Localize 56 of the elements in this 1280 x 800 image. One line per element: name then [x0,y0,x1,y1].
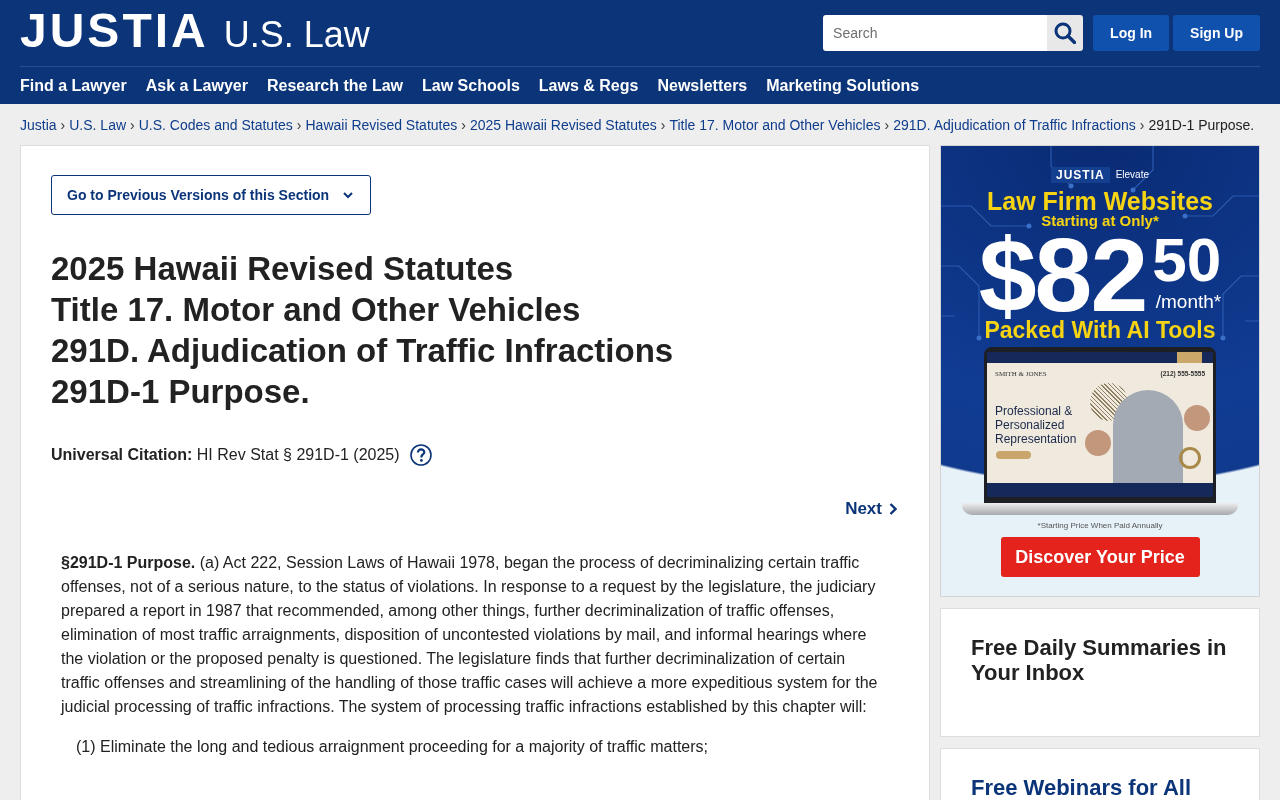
page-title-line: 2025 Hawaii Revised Statutes [51,249,514,289]
help-icon[interactable] [409,444,432,466]
search-button[interactable] [1047,15,1084,51]
page-title-line: Title 17. Motor and Other Vehicles [51,290,581,330]
breadcrumb-link[interactable]: U.S. Codes and Statutes [138,117,293,133]
ad-price-period: /month* [1155,292,1222,312]
breadcrumb-link[interactable]: 291D. Adjudication of Traffic Infractions [893,117,1136,133]
ring-icon [1179,447,1201,469]
card-title-link[interactable]: Free Webinars for All [971,775,1233,800]
breadcrumb-separator: › [884,117,890,133]
ad-banner[interactable] [940,145,1260,597]
ad-brand-logo: JUSTIA [1050,167,1110,183]
chevron-right-icon [889,503,897,515]
nav-link[interactable]: Laws & Regs [538,75,639,96]
section-title[interactable]: U.S. Law [223,10,370,60]
breadcrumb-link[interactable]: U.S. Law [69,117,127,133]
ad-brand-suffix: Elevate [1115,169,1149,181]
nav-link[interactable]: Newsletters [657,75,748,96]
nav-link[interactable]: Find a Lawyer [20,75,127,96]
breadcrumb-separator: › [660,117,666,133]
breadcrumb-link[interactable]: Justia [20,117,57,133]
ad-headline: Law Firm Websites [987,187,1213,215]
search-icon [1054,22,1077,44]
breadcrumb-separator: › [1139,117,1145,133]
ad-price-cents: 50 [1152,235,1222,285]
page-title-line: 291D. Adjudication of Traffic Infractions [51,331,674,371]
breadcrumb-separator: › [130,117,135,133]
versions-dropdown-button[interactable]: Go to Previous Versions of this Section [51,175,372,215]
statute-list-item: (1) Eliminate the long and tedious arraignment proceeding for a majority of traffic matters; [75,737,709,757]
nav-link[interactable]: Marketing Solutions [766,75,920,96]
signup-button[interactable]: Sign Up [1173,15,1260,51]
nav-link[interactable]: Research the Law [267,75,404,96]
breadcrumb-link[interactable]: Hawaii Revised Statutes [305,117,458,133]
breadcrumb-current: 291D-1 Purpose. [1148,117,1255,133]
search-field[interactable]: Search [823,15,1048,51]
photo-placeholder [1085,430,1111,456]
ad-subheadline: Starting at Only* [1041,213,1159,229]
site-logo[interactable]: JUSTIA [20,6,209,56]
nav-link[interactable]: Law Schools [422,75,520,96]
discover-price-button[interactable]: Discover Your Price [1000,537,1200,577]
breadcrumb-separator: › [296,117,302,133]
card-title: Free Daily Summaries in Your Inbox [971,635,1228,685]
breadcrumb-link[interactable]: 2025 Hawaii Revised Statutes [469,117,657,133]
login-button[interactable]: Log In [1093,15,1170,51]
breadcrumb-separator: › [461,117,466,133]
breadcrumb-separator: › [60,117,66,133]
statute-text: §291D-1 Purpose. (a) Act 222, Session Laws of Hawaii 1978, began the process of decriminalizing certain traffic offenses, not of a serious nature, to the status of violations. In response to a request by the legislature, the judiciary prepared a report in 1987 that recommended, among other things, further decriminalization of traffic offenses, elimination of most traffic arraignments, disposition of uncontested violations by mail, and informal hearings where the violation or the proposed penalty is questioned. The legislature finds that further decriminalization of certain traffic offenses and streamlining of the handling of those traffic cases will achieve a more expeditious system for the judicial processing of traffic infractions. The system of processing traffic infractions established by this chapter will: [61,553,879,717]
nav-link[interactable]: Ask a Lawyer [145,75,248,96]
next-link[interactable]: Next [845,497,897,521]
page-title-line: 291D-1 Purpose. [51,372,310,412]
breadcrumb-link[interactable]: Title 17. Motor and Other Vehicles [669,117,881,133]
citation-text: Universal Citation: HI Rev Stat § 291D-1 (2025) [51,445,400,465]
preview-headline: Professional & Personalized Representation [995,404,1078,446]
chevron-down-icon [343,191,354,199]
cta-pill-drawing [996,451,1031,459]
ad-footnote: *Starting Price When Paid Annually [1037,521,1163,531]
